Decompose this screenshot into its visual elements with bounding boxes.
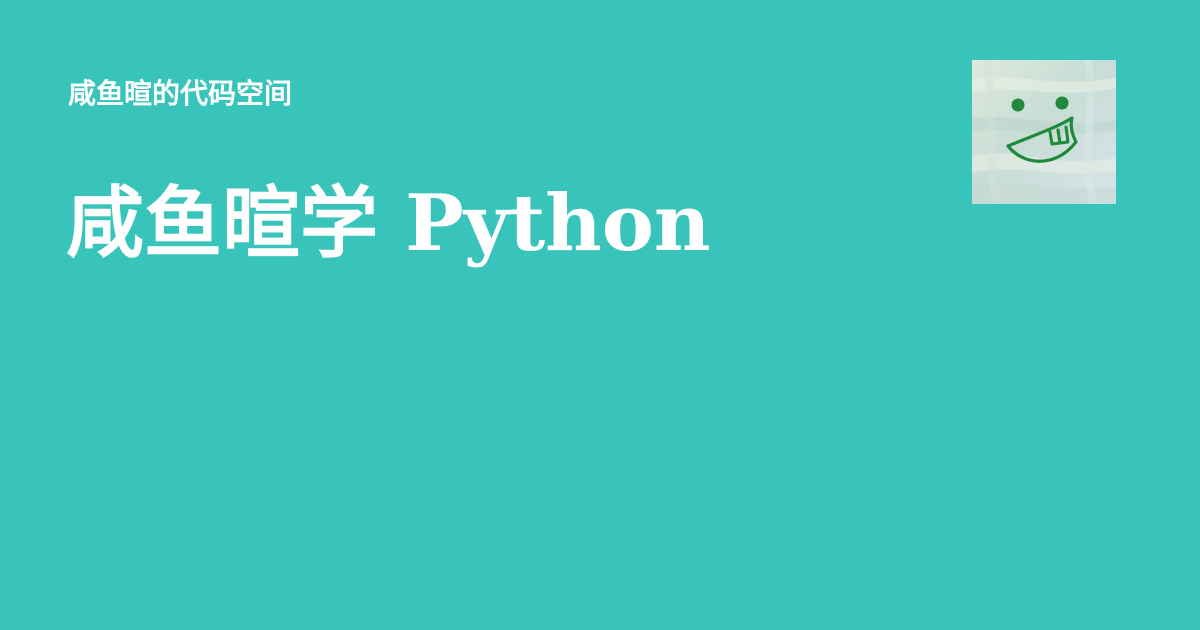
smiley-face-icon xyxy=(972,60,1116,204)
avatar xyxy=(972,60,1116,204)
site-name[interactable]: 咸鱼暄的代码空间 xyxy=(68,74,292,114)
page-title: 咸鱼暄学 Python xyxy=(66,178,711,269)
